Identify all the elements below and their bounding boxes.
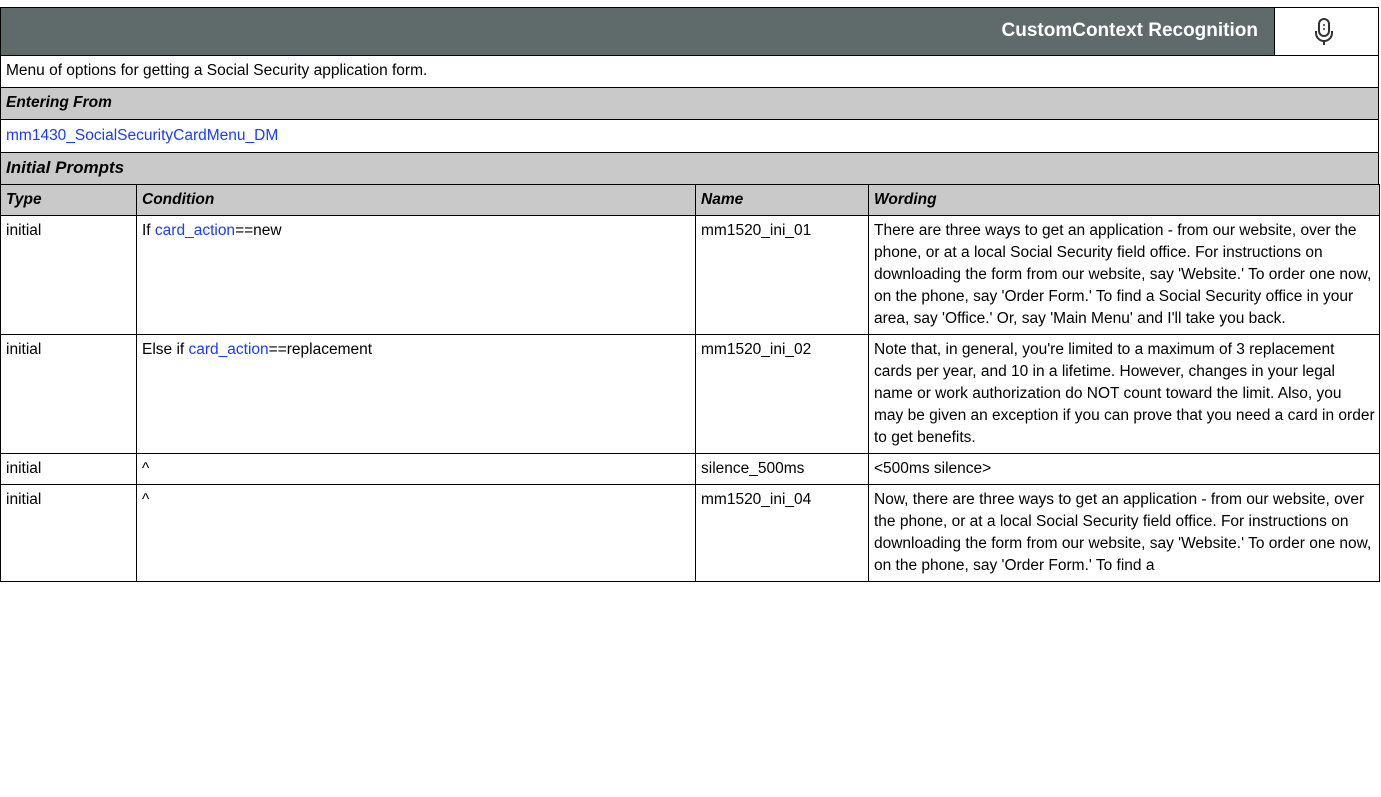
table-row: initial ^ mm1520_ini_04 Now, there are t… xyxy=(0,484,1380,582)
column-header-wording: Wording xyxy=(868,184,1380,216)
title-bar: CustomContext Recognition xyxy=(0,7,1379,55)
prompt-name: mm1520_ini_02 xyxy=(695,334,869,454)
prompt-type: initial xyxy=(0,334,137,454)
prompt-type: initial xyxy=(0,484,137,582)
column-header-type: Type xyxy=(0,184,137,216)
prompt-condition: Else if card_action==replacement xyxy=(136,334,696,454)
prompt-wording: <500ms silence> xyxy=(868,453,1380,485)
state-description: Menu of options for getting a Social Sec… xyxy=(6,62,428,79)
prompt-type: initial xyxy=(0,215,137,335)
mic-box xyxy=(1274,8,1378,55)
column-header-name: Name xyxy=(695,184,869,216)
prompt-name: mm1520_ini_01 xyxy=(695,215,869,335)
description-row: Menu of options for getting a Social Sec… xyxy=(0,55,1379,87)
card-action-link[interactable]: card_action xyxy=(155,222,235,239)
initial-prompts-label: Initial Prompts xyxy=(6,158,125,177)
column-header-condition: Condition xyxy=(136,184,696,216)
table-header-row: Type Condition Name Wording xyxy=(0,184,1380,216)
card-action-link[interactable]: card_action xyxy=(189,341,269,358)
condition-suffix: ==new xyxy=(235,222,282,239)
entering-from-label: Entering From xyxy=(6,94,112,111)
prompt-name: mm1520_ini_04 xyxy=(695,484,869,582)
spec-page: CustomContext Recognition Menu of option… xyxy=(0,7,1380,797)
prompt-type: initial xyxy=(0,453,137,485)
condition-prefix: If xyxy=(142,222,155,239)
entering-from-row: mm1430_SocialSecurityCardMenu_DM xyxy=(0,119,1379,152)
condition-prefix: Else if xyxy=(142,341,189,358)
prompt-wording: Note that, in general, you're limited to… xyxy=(868,334,1380,454)
table-row: initial If card_action==new mm1520_ini_0… xyxy=(0,215,1380,335)
prompt-wording: There are three ways to get an applicati… xyxy=(868,215,1380,335)
prompts-table: Type Condition Name Wording initial If c… xyxy=(0,184,1380,582)
prompt-wording: Now, there are three ways to get an appl… xyxy=(868,484,1380,582)
entering-from-link[interactable]: mm1430_SocialSecurityCardMenu_DM xyxy=(6,127,278,145)
condition-suffix: ==replacement xyxy=(268,341,373,358)
microphone-icon xyxy=(1315,18,1333,45)
table-row: initial ^ silence_500ms <500ms silence> xyxy=(0,453,1380,485)
prompt-condition: ^ xyxy=(136,484,696,582)
initial-prompts-header: Initial Prompts xyxy=(0,152,1379,184)
page-title: CustomContext Recognition xyxy=(1001,20,1259,41)
prompt-name: silence_500ms xyxy=(695,453,869,485)
table-row: initial Else if card_action==replacement… xyxy=(0,334,1380,454)
prompt-condition: If card_action==new xyxy=(136,215,696,335)
prompt-condition: ^ xyxy=(136,453,696,485)
entering-from-header: Entering From xyxy=(0,87,1379,119)
